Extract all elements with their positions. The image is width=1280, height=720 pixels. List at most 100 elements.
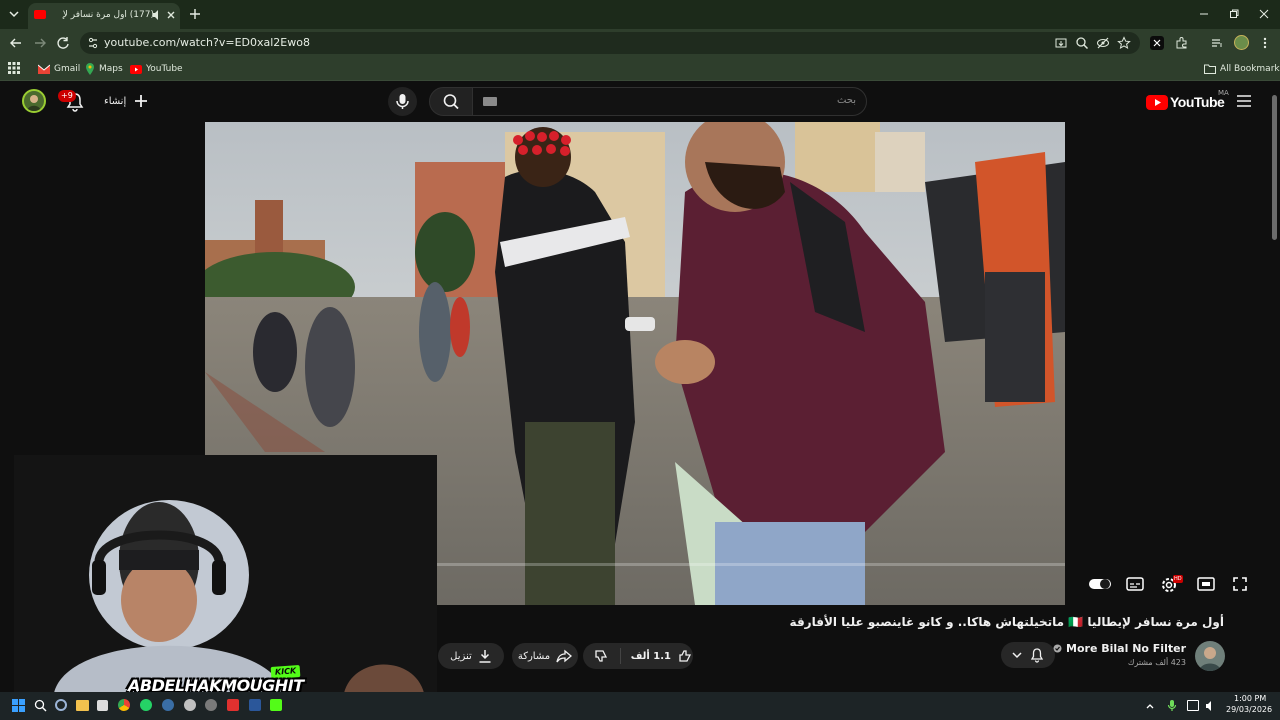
search-button[interactable] (429, 87, 473, 116)
taskbar-store-icon[interactable] (97, 700, 108, 711)
fullscreen-button[interactable] (1232, 576, 1248, 592)
file-explorer-icon[interactable] (76, 700, 89, 711)
taskbar-app-icon-5[interactable] (249, 699, 261, 711)
browser-toolbar: youtube.com/watch?v=ED0xal2Ewo8 (0, 29, 1280, 57)
youtube-logo[interactable]: YouTube (1146, 93, 1225, 111)
chrome-taskbar-icon[interactable] (118, 699, 130, 711)
video-title: أول مرة نسافر لإيطاليا 🇮🇹 ماتخيلتهاش هاك… (789, 615, 1224, 629)
bookmark-gmail[interactable]: Gmail (38, 61, 80, 77)
taskbar-app-icon-6[interactable] (270, 699, 282, 711)
plus-icon (190, 9, 200, 19)
arrow-right-icon (35, 38, 46, 48)
all-bookmarks-button[interactable]: All Bookmarks (1204, 61, 1280, 77)
download-icon (479, 650, 491, 663)
taskbar-search-button[interactable] (34, 699, 47, 712)
theater-mode-button[interactable] (1197, 577, 1215, 591)
channel-name-row[interactable]: More Bilal No Filter (1053, 642, 1186, 655)
share-button[interactable]: مشاركة (512, 643, 578, 669)
bookmark-youtube[interactable]: YouTube (130, 61, 183, 77)
chevron-down-icon (9, 11, 19, 18)
youtube-header: +9 إنشاء بحث YouTube MA (0, 81, 1280, 122)
taskbar-gear-app[interactable] (55, 699, 67, 711)
windows-icon (12, 699, 25, 712)
youtube-icon (130, 64, 142, 74)
like-button[interactable]: 1.1 ألف (627, 648, 693, 664)
notification-badge: +9 (58, 90, 76, 102)
back-button[interactable] (8, 35, 24, 51)
tab-close-icon[interactable] (166, 10, 176, 20)
account-avatar[interactable] (22, 89, 46, 113)
profile-avatar[interactable] (1234, 35, 1249, 50)
youtube-logo-icon (1146, 94, 1168, 110)
bookmark-label: Maps (99, 64, 123, 74)
keyboard-icon[interactable] (483, 97, 497, 106)
close-icon (1259, 9, 1269, 19)
apps-grid-icon[interactable] (8, 62, 20, 74)
install-app-icon[interactable] (1054, 36, 1068, 50)
thumbs-up-icon (679, 650, 692, 662)
youtube-logo-text: YouTube (1170, 94, 1225, 110)
site-info-icon[interactable] (86, 36, 100, 50)
tab-search-button[interactable] (6, 6, 22, 22)
bell-icon (1030, 648, 1044, 663)
guide-menu-button[interactable] (1236, 94, 1252, 108)
extension-x-icon[interactable] (1150, 36, 1164, 50)
bookmark-star-icon[interactable] (1117, 36, 1131, 50)
clock-time[interactable]: 1:00 PM (1234, 694, 1266, 703)
progress-bar[interactable] (437, 563, 1065, 566)
download-button[interactable]: تنزيل (438, 643, 504, 669)
microphone-tray-icon[interactable] (1167, 699, 1177, 712)
network-tray-icon[interactable] (1187, 700, 1199, 711)
download-label: تنزيل (450, 650, 472, 662)
clock-date[interactable]: 29/03/2026 (1226, 705, 1272, 714)
reload-icon (57, 37, 69, 49)
volume-tray-icon[interactable] (1205, 700, 1217, 712)
voice-search-button[interactable] (388, 87, 417, 116)
address-bar[interactable]: youtube.com/watch?v=ED0xal2Ewo8 (80, 32, 1140, 54)
hamburger-icon (1237, 95, 1251, 107)
webcam-feed (14, 455, 437, 693)
restore-button[interactable] (1228, 8, 1240, 20)
media-controls-icon[interactable] (1210, 36, 1224, 50)
like-dislike-group: 1.1 ألف (583, 643, 693, 669)
create-button[interactable]: إنشاء (104, 89, 148, 113)
reload-button[interactable] (55, 35, 71, 51)
subtitles-button[interactable] (1126, 576, 1144, 592)
whatsapp-taskbar-icon[interactable] (140, 699, 152, 711)
extensions-puzzle-icon[interactable] (1175, 36, 1189, 50)
active-tab[interactable]: (177) أول مرة نسافر لإيطاليا (28, 3, 180, 29)
taskbar-app-icon[interactable] (162, 699, 174, 711)
youtube-favicon-icon (34, 10, 46, 19)
zoom-icon[interactable] (1075, 36, 1089, 50)
page-scrollbar[interactable] (1272, 95, 1277, 240)
search-icon (443, 94, 459, 110)
eye-off-icon[interactable] (1096, 36, 1110, 50)
dislike-button[interactable] (583, 648, 621, 664)
folder-icon (1204, 64, 1216, 74)
bookmark-label: Gmail (54, 64, 81, 74)
forward-button[interactable] (32, 35, 48, 51)
bookmark-maps[interactable]: Maps (85, 61, 123, 77)
autoplay-toggle-icon[interactable] (1088, 577, 1112, 591)
new-tab-button[interactable] (188, 7, 202, 21)
minimize-button[interactable] (1198, 8, 1210, 20)
channel-avatar[interactable] (1195, 641, 1225, 671)
taskbar-app-icon-4[interactable] (227, 699, 239, 711)
tab-audio-icon[interactable] (152, 9, 162, 21)
thumbs-down-icon (595, 650, 608, 662)
tray-overflow-icon[interactable] (1145, 701, 1155, 711)
search-icon (34, 699, 47, 712)
taskbar-app-icon-3[interactable] (205, 699, 217, 711)
url-text: youtube.com/watch?v=ED0xal2Ewo8 (104, 36, 310, 49)
browser-menu-icon[interactable] (1260, 36, 1270, 50)
bookmark-label: YouTube (146, 64, 183, 74)
subscribe-notify-button[interactable] (1001, 642, 1055, 668)
plus-icon (135, 95, 148, 107)
close-window-button[interactable] (1258, 8, 1270, 20)
start-button[interactable] (12, 699, 25, 712)
taskbar-app-icon-2[interactable] (184, 699, 196, 711)
subscriber-count: 423 ألف مشترك (1127, 658, 1186, 667)
subtitles-icon (1126, 577, 1144, 591)
search-input[interactable]: بحث (472, 87, 867, 116)
windows-taskbar: 1:00 PM 29/03/2026 (0, 692, 1280, 720)
